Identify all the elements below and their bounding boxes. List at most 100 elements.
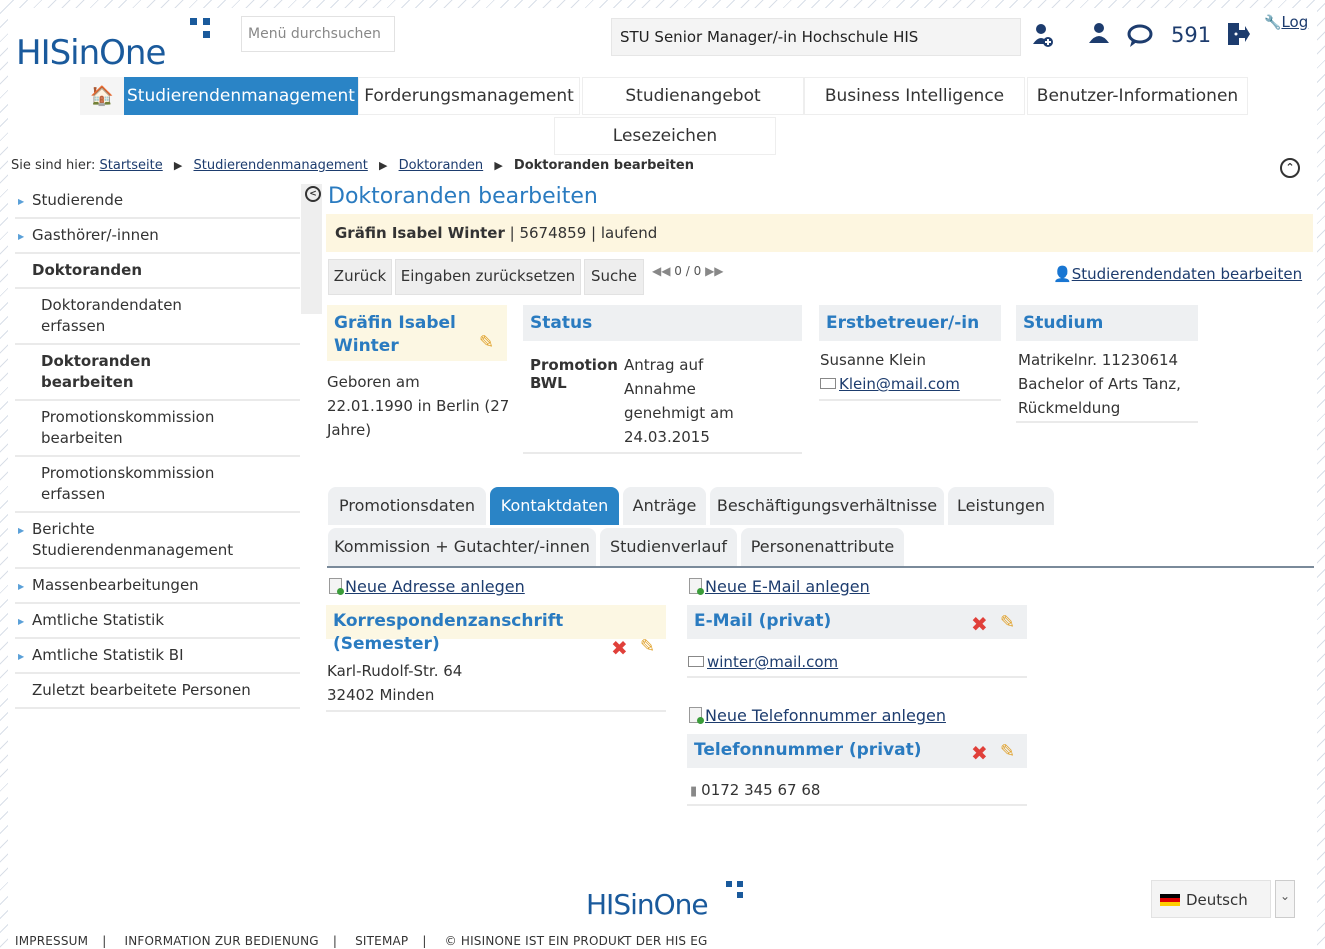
back-button[interactable]: Zurück bbox=[328, 259, 392, 295]
nav-forderungsmanagement[interactable]: Forderungsmanagement bbox=[358, 77, 580, 115]
divider bbox=[819, 399, 1001, 401]
tab-leistungen[interactable]: Leistungen bbox=[948, 487, 1054, 525]
delete-x-icon[interactable]: ✖ bbox=[971, 612, 988, 636]
nav-studierendenmanagement[interactable]: Studierendenmanagement bbox=[124, 77, 358, 115]
breadcrumb-startseite[interactable]: Startseite bbox=[100, 158, 163, 173]
supervisor-name: Susanne Klein bbox=[820, 351, 926, 369]
sidebar-item-amtliche-statistik[interactable]: ▶ Amtliche Statistik bbox=[15, 604, 300, 639]
logo-square-icon bbox=[203, 18, 210, 25]
study-card-header: Studium bbox=[1016, 305, 1198, 341]
new-address-link[interactable]: Neue Adresse anlegen bbox=[329, 577, 525, 596]
breadcrumb: Sie sind hier: Startseite ▶ Studierenden… bbox=[11, 158, 694, 173]
sidebar-item-label: Doktorandendaten erfassen bbox=[41, 296, 182, 335]
menu-search-input[interactable]: Menü durchsuchen bbox=[241, 16, 395, 52]
search-button[interactable]: Suche bbox=[584, 259, 644, 295]
new-email-link[interactable]: Neue E-Mail anlegen bbox=[689, 577, 870, 596]
user-icon[interactable] bbox=[1088, 22, 1110, 50]
edit-pencil-icon[interactable]: ✎ bbox=[640, 636, 655, 657]
log-link[interactable]: 🔧Log bbox=[1264, 13, 1308, 31]
edit-pencil-icon[interactable]: ✎ bbox=[1000, 612, 1015, 633]
nav-business-intelligence[interactable]: Business Intelligence bbox=[804, 77, 1025, 115]
chevron-down-icon[interactable]: ⌄ bbox=[1275, 880, 1295, 918]
sidebar-subitem-doktoranden-bearbeiten[interactable]: Doktoranden bearbeiten bbox=[15, 345, 300, 401]
phone-icon: ▮ bbox=[690, 784, 698, 799]
tab-antraege[interactable]: Anträge bbox=[623, 487, 706, 525]
tab-kommission[interactable]: Kommission + Gutachter/-innen bbox=[328, 528, 596, 566]
person-card-name-line2: Winter bbox=[334, 336, 399, 356]
study-program: Bachelor of Arts Tanz, bbox=[1018, 375, 1181, 393]
footer-link-bedienung[interactable]: INFORMATION ZUR BEDIENUNG bbox=[125, 934, 319, 948]
footer-copyright: © HISINONE IST EIN PRODUKT DER HIS EG bbox=[444, 934, 708, 948]
person-number: 5674859 bbox=[519, 224, 587, 242]
tab-promotionsdaten[interactable]: Promotionsdaten bbox=[328, 487, 486, 525]
phone-title: Telefonnummer (privat) bbox=[694, 740, 922, 760]
breadcrumb-studierendenmanagement[interactable]: Studierendenmanagement bbox=[194, 158, 368, 173]
edit-pencil-icon[interactable]: ✎ bbox=[1000, 741, 1015, 762]
edit-student-data-link[interactable]: 👤Studierendendaten bearbeiten bbox=[1053, 265, 1302, 283]
footer-link-impressum[interactable]: IMPRESSUM bbox=[15, 934, 88, 948]
sidebar-item-label: Berichte Studierendenmanagement bbox=[32, 520, 234, 559]
nav-benutzer-informationen[interactable]: Benutzer-Informationen bbox=[1027, 77, 1248, 115]
mail-icon bbox=[820, 378, 836, 389]
sidebar-item-gasthoerer[interactable]: ▶ Gasthörer/-innen bbox=[15, 219, 300, 254]
born-label: Geboren am bbox=[327, 373, 420, 391]
tab-studienverlauf[interactable]: Studienverlauf bbox=[600, 528, 737, 566]
sidebar-item-massenbearbeitungen[interactable]: ▶ Massenbearbeitungen bbox=[15, 569, 300, 604]
breadcrumb-doktoranden[interactable]: Doktoranden bbox=[399, 158, 484, 173]
logo-square-icon bbox=[203, 31, 210, 38]
sidebar-item-berichte[interactable]: ▶ Berichte Studierendenmanagement bbox=[15, 513, 300, 569]
hisinone-logo[interactable]: HISinOne bbox=[16, 18, 210, 73]
sidebar-item-studierende[interactable]: ▶ Studierende bbox=[15, 184, 300, 219]
prev-page-icon[interactable]: ◀◀ bbox=[652, 264, 670, 278]
next-page-icon[interactable]: ▶▶ bbox=[705, 264, 723, 278]
phone-value: 0172 345 67 68 bbox=[701, 781, 821, 799]
person-icon: 👤 bbox=[1053, 265, 1072, 283]
nav-studienangebot[interactable]: Studienangebot bbox=[582, 77, 804, 115]
sidebar-subitem-promotionskommission-bearbeiten[interactable]: Promotionskommission bearbeiten bbox=[15, 401, 300, 457]
person-summary-bar: Gräfin Isabel Winter | 5674859 | laufend bbox=[326, 214, 1313, 252]
sidebar-scrollbar[interactable] bbox=[301, 184, 322, 314]
phone-body: ▮ 0172 345 67 68 bbox=[690, 778, 820, 804]
nav-lesezeichen[interactable]: Lesezeichen bbox=[554, 117, 776, 155]
new-phone-link[interactable]: Neue Telefonnummer anlegen bbox=[689, 706, 946, 725]
footer-link-sitemap[interactable]: SITEMAP bbox=[355, 934, 408, 948]
email-link[interactable]: winter@mail.com bbox=[707, 653, 838, 671]
logout-icon[interactable] bbox=[1226, 22, 1250, 52]
status-value-line3: genehmigt am bbox=[624, 404, 734, 422]
tab-kontaktdaten[interactable]: Kontaktdaten bbox=[490, 487, 619, 525]
status-value-line1: Antrag auf bbox=[624, 356, 704, 374]
collapse-up-icon[interactable]: ⌃ bbox=[1280, 158, 1300, 178]
delete-x-icon[interactable]: ✖ bbox=[971, 741, 988, 765]
supervisor-card-header: Erstbetreuer/-in bbox=[819, 305, 1001, 341]
sidebar-subitem-doktorandendaten-erfassen[interactable]: Doktorandendaten erfassen bbox=[15, 289, 300, 345]
reset-button[interactable]: Eingaben zurücksetzen bbox=[395, 259, 581, 295]
sidebar-item-zuletzt-bearbeitet[interactable]: Zuletzt bearbeitete Personen bbox=[15, 674, 300, 709]
new-document-icon bbox=[689, 578, 704, 595]
page-title: Doktoranden bearbeiten bbox=[328, 184, 598, 209]
sidebar-item-label: Gasthörer/-innen bbox=[32, 226, 159, 244]
supervisor-email-link[interactable]: Klein@mail.com bbox=[839, 375, 960, 393]
chat-icon[interactable] bbox=[1127, 24, 1153, 54]
page: HISinOne Menü durchsuchen STU Senior Man… bbox=[8, 8, 1317, 949]
sidebar-item-doktoranden[interactable]: Doktoranden bbox=[15, 254, 300, 289]
sidebar-subitem-promotionskommission-erfassen[interactable]: Promotionskommission erfassen bbox=[15, 457, 300, 513]
tab-personenattribute[interactable]: Personenattribute bbox=[741, 528, 904, 566]
collapse-left-icon[interactable]: < bbox=[305, 186, 321, 202]
language-select[interactable]: Deutsch bbox=[1151, 880, 1271, 918]
pager-count: 0 / 0 bbox=[674, 264, 702, 278]
new-document-icon bbox=[329, 578, 344, 595]
role-selector[interactable]: STU Senior Manager/-in Hochschule HIS bbox=[611, 18, 1021, 56]
language-value: Deutsch bbox=[1186, 891, 1248, 909]
expand-arrow-icon: ▶ bbox=[18, 526, 25, 535]
address-line1: Karl-Rudolf-Str. 64 bbox=[327, 662, 463, 680]
message-count[interactable]: 591 bbox=[1171, 23, 1211, 47]
delete-x-icon[interactable]: ✖ bbox=[611, 636, 628, 660]
status-value-line2: Annahme bbox=[624, 380, 696, 398]
home-button[interactable]: 🏠 bbox=[80, 77, 124, 115]
sidebar-item-label: Doktoranden bbox=[32, 261, 142, 279]
edit-pencil-icon[interactable]: ✎ bbox=[479, 331, 494, 354]
user-add-icon[interactable] bbox=[1031, 22, 1055, 54]
tab-beschaeftigungsverhaeltnisse[interactable]: Beschäftigungsverhältnisse bbox=[710, 487, 944, 525]
sidebar-item-amtliche-statistik-bi[interactable]: ▶ Amtliche Statistik BI bbox=[15, 639, 300, 674]
divider bbox=[687, 804, 1027, 806]
